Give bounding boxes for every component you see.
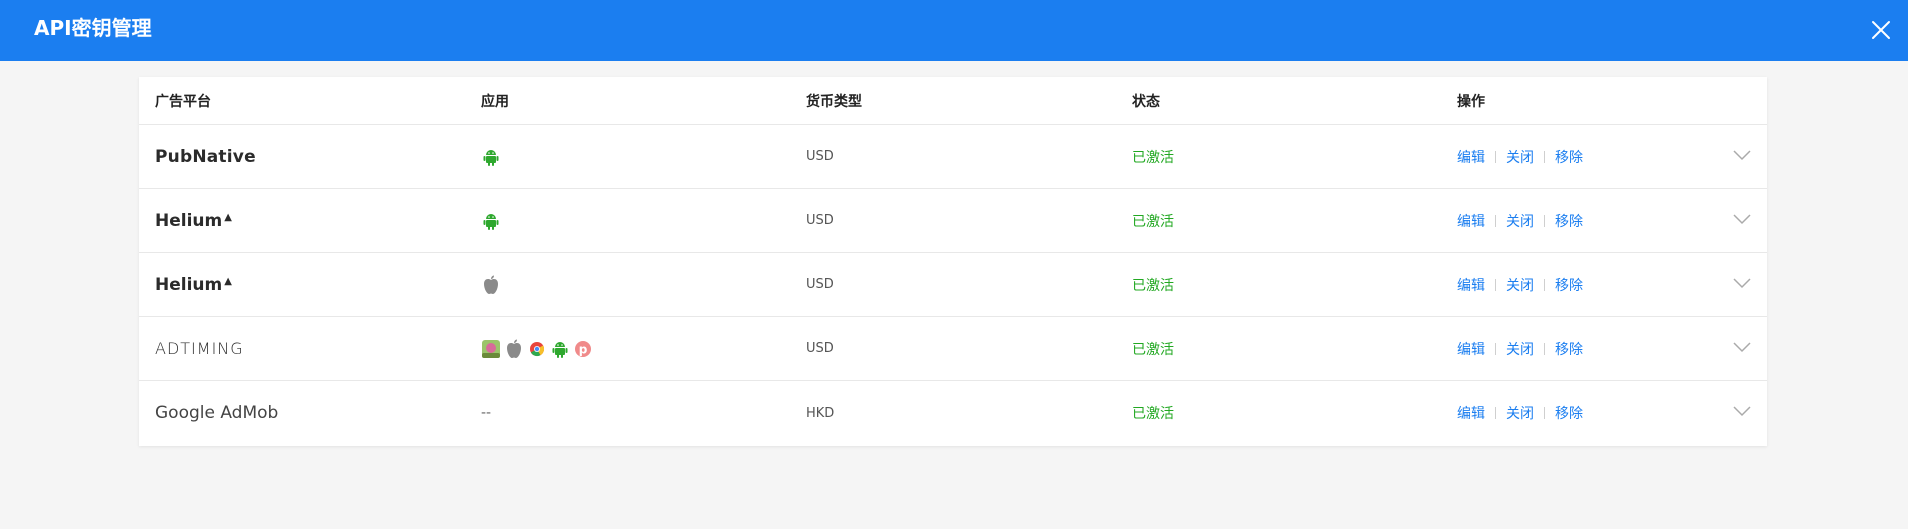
table-row: Helium ▲ USD 已激活 编辑 关闭 移除 [139, 253, 1767, 317]
column-header-app: 应用 [481, 93, 509, 110]
close-link[interactable]: 关闭 [1506, 403, 1534, 423]
edit-link[interactable]: 编辑 [1457, 147, 1485, 167]
platform-logo-google-admob: Google AdMob [155, 403, 279, 423]
currency-value: USD [806, 149, 834, 164]
divider [1544, 214, 1545, 227]
currency-value: HKD [806, 405, 835, 421]
divider [1495, 278, 1496, 291]
helium-mark-icon: ▲ [224, 212, 232, 223]
chevron-down-icon[interactable] [1733, 405, 1751, 417]
apps-empty-value: -- [481, 405, 492, 421]
platform-logo-pubnative: PubNative [155, 146, 256, 167]
divider [1544, 407, 1545, 419]
edit-link[interactable]: 编辑 [1457, 211, 1485, 231]
status-badge: 已激活 [1132, 406, 1174, 422]
api-key-table: 广告平台 应用 货币类型 状态 操作 PubNative USD 已激活 编辑 … [139, 77, 1767, 446]
currency-value: USD [806, 341, 834, 356]
close-link[interactable]: 关闭 [1506, 339, 1534, 359]
remove-link[interactable]: 移除 [1555, 147, 1583, 167]
remove-link[interactable]: 移除 [1555, 211, 1583, 231]
close-link[interactable]: 关闭 [1506, 211, 1534, 231]
chevron-down-icon[interactable] [1733, 277, 1751, 289]
column-header-actions: 操作 [1457, 93, 1485, 110]
currency-value: USD [806, 213, 834, 228]
dialog-title: API密钥管理 [34, 16, 152, 40]
table-header-row: 广告平台 应用 货币类型 状态 操作 [139, 77, 1767, 125]
divider [1544, 150, 1545, 163]
divider [1544, 342, 1545, 355]
remove-link[interactable]: 移除 [1555, 275, 1583, 295]
chevron-down-icon[interactable] [1733, 149, 1751, 161]
status-badge: 已激活 [1132, 277, 1174, 294]
table-row: Helium ▲ USD 已激活 编辑 关闭 移除 [139, 189, 1767, 253]
apple-icon [507, 339, 521, 358]
table-row: ADTIMING p USD 已激活 编辑 关闭 移除 [139, 317, 1767, 381]
chevron-down-icon[interactable] [1733, 341, 1751, 353]
chrome-icon [530, 341, 545, 356]
divider [1495, 407, 1496, 419]
chevron-down-icon[interactable] [1733, 213, 1751, 225]
status-badge: 已激活 [1132, 149, 1174, 166]
currency-value: USD [806, 277, 834, 292]
close-icon[interactable] [1868, 17, 1894, 43]
table-row: PubNative USD 已激活 编辑 关闭 移除 [139, 125, 1767, 189]
android-icon [483, 149, 499, 166]
divider [1495, 150, 1496, 163]
column-header-platform: 广告平台 [155, 93, 211, 110]
status-badge: 已激活 [1132, 341, 1174, 358]
platform-logo-helium: Helium [155, 210, 223, 231]
android-icon [552, 341, 568, 358]
remove-link[interactable]: 移除 [1555, 339, 1583, 359]
edit-link[interactable]: 编辑 [1457, 275, 1485, 295]
apple-icon [484, 275, 498, 294]
platform-logo-helium: Helium [155, 274, 223, 295]
platform-logo-adtiming: ADTIMING [155, 339, 244, 358]
column-header-currency: 货币类型 [806, 93, 862, 110]
column-header-status: 状态 [1132, 93, 1160, 110]
status-badge: 已激活 [1132, 213, 1174, 230]
close-link[interactable]: 关闭 [1506, 147, 1534, 167]
svg-text:p: p [579, 342, 588, 356]
edit-link[interactable]: 编辑 [1457, 403, 1485, 423]
divider [1495, 342, 1496, 355]
remove-link[interactable]: 移除 [1555, 403, 1583, 423]
edit-link[interactable]: 编辑 [1457, 339, 1485, 359]
pinterest-icon: p [575, 340, 591, 357]
app-thumbnail-icon [482, 339, 500, 358]
dialog-header: API密钥管理 [0, 0, 1908, 61]
close-link[interactable]: 关闭 [1506, 275, 1534, 295]
android-icon [483, 213, 499, 230]
divider [1495, 214, 1496, 227]
table-row: Google AdMob -- HKD 已激活 编辑 关闭 移除 [139, 381, 1767, 445]
helium-mark-icon: ▲ [224, 276, 232, 287]
divider [1544, 278, 1545, 291]
